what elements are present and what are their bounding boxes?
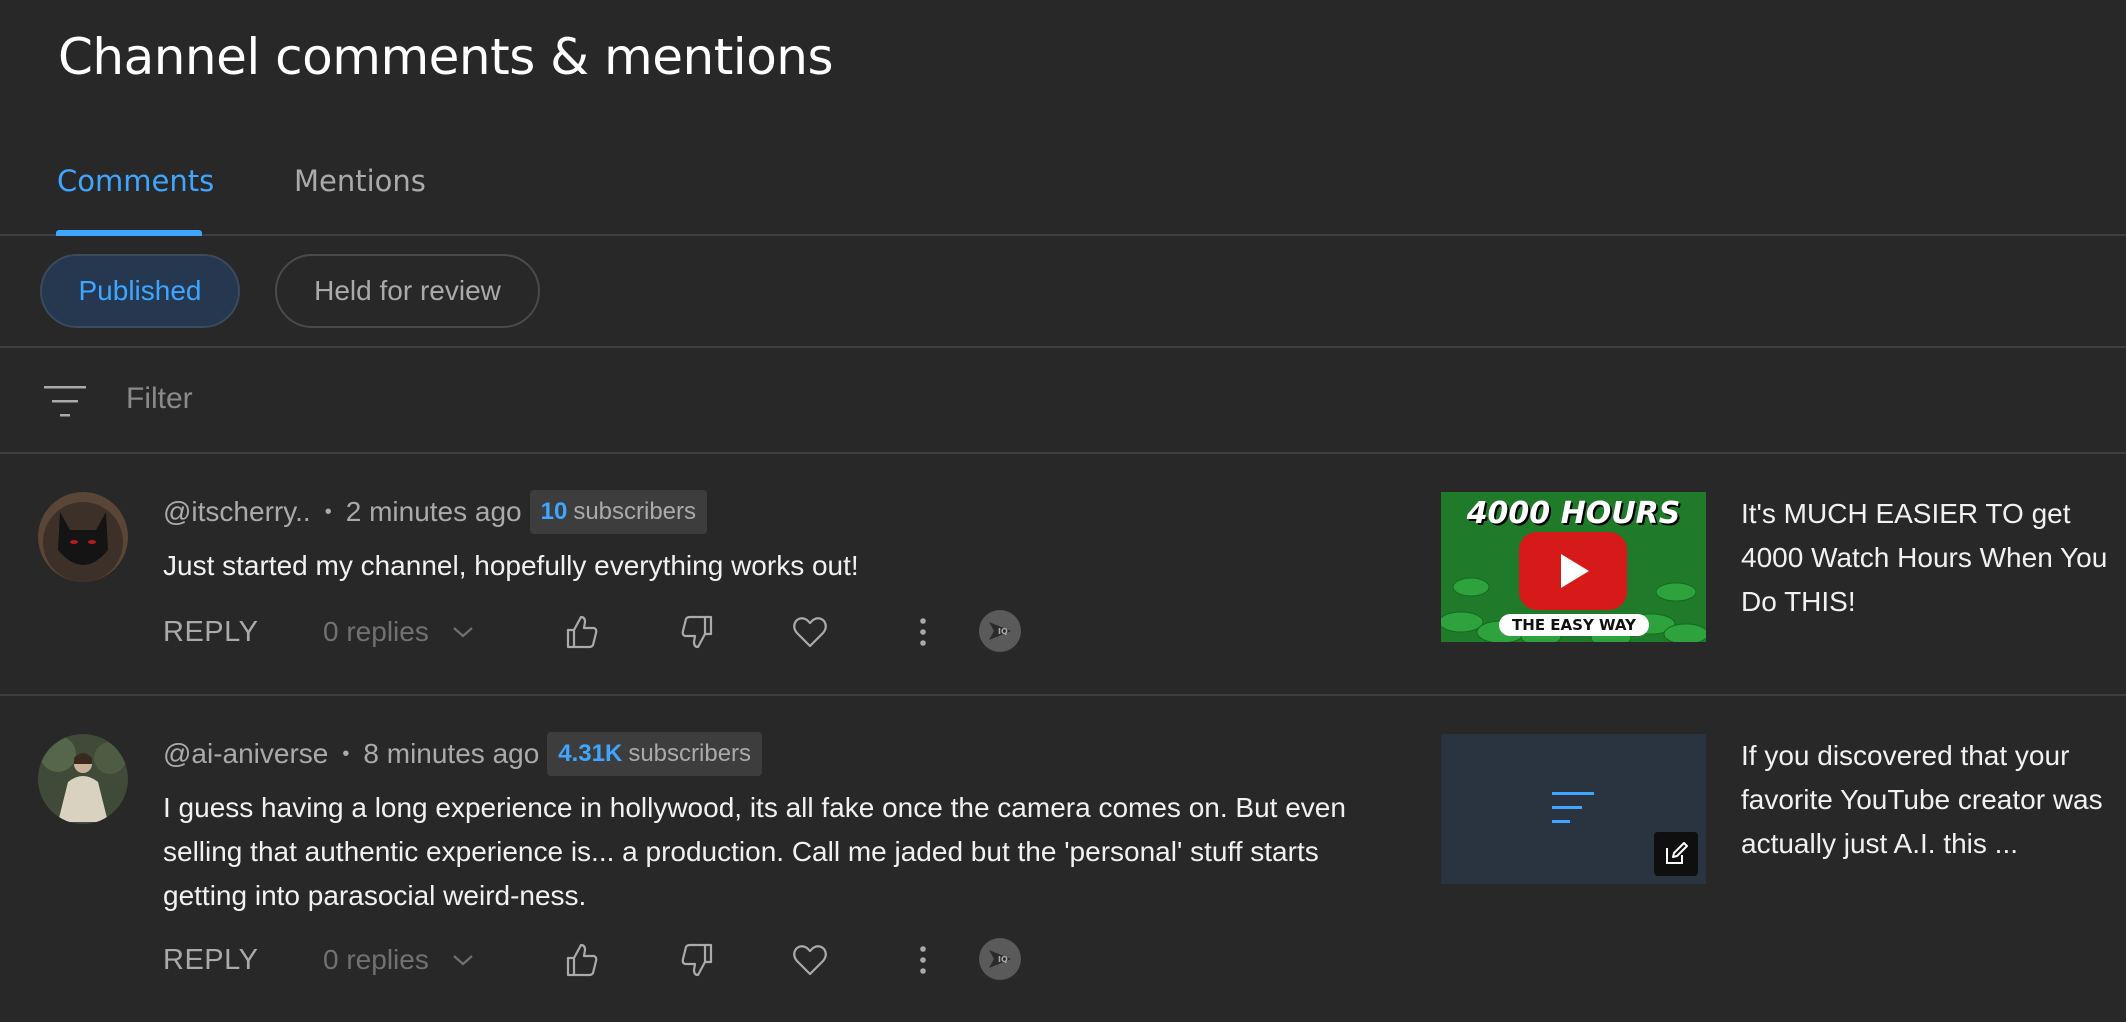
replies-toggle[interactable]: 0 replies	[323, 616, 475, 648]
comment-author-handle[interactable]: @ai-aniverse	[163, 738, 328, 770]
channel-comments-page: Channel comments & mentions Comments Men…	[0, 0, 2126, 1022]
meta-separator: •	[342, 742, 350, 765]
video-thumbnail[interactable]	[1441, 734, 1706, 884]
reply-button[interactable]: REPLY	[163, 944, 258, 977]
video-title[interactable]: If you discovered that your favorite You…	[1741, 734, 2111, 866]
replies-toggle[interactable]: 0 replies	[323, 944, 475, 976]
reply-button[interactable]: REPLY	[163, 616, 258, 649]
comment-row: @itscherry.. • 2 minutes ago 10 subscrib…	[0, 456, 2126, 696]
vidiq-icon[interactable]: IQ	[979, 610, 1021, 652]
avatar[interactable]	[38, 492, 128, 582]
vidiq-icon[interactable]: IQ	[979, 938, 1021, 980]
comment-meta: @ai-aniverse • 8 minutes ago 4.31K subsc…	[163, 732, 763, 776]
thumbs-up-icon[interactable]	[562, 940, 602, 980]
tab-mentions[interactable]: Mentions	[294, 164, 426, 198]
subscriber-label: subscribers	[628, 740, 752, 767]
subscriber-count: 10	[540, 498, 568, 525]
replies-count: 0 replies	[323, 616, 429, 647]
meta-separator: •	[324, 500, 332, 523]
replies-count: 0 replies	[323, 944, 429, 975]
tab-comments[interactable]: Comments	[57, 164, 214, 198]
heart-icon[interactable]	[790, 612, 830, 652]
filter-bar	[0, 348, 2126, 454]
comment-meta: @itscherry.. • 2 minutes ago 10 subscrib…	[163, 490, 708, 534]
video-thumbnail[interactable]: 4000 HOURS THE EASY WAY	[1441, 492, 1706, 642]
thumbnail-headline: 4000 HOURS	[1466, 496, 1681, 531]
comment-timestamp[interactable]: 2 minutes ago	[346, 496, 522, 528]
chevron-down-icon	[453, 627, 473, 638]
more-options-icon[interactable]	[903, 612, 943, 652]
edit-icon[interactable]	[1654, 832, 1698, 876]
status-chip-bar: Published Held for review	[0, 236, 2126, 348]
comment-actions: REPLY 0 replies IQ	[163, 604, 1043, 660]
filter-icon[interactable]	[44, 384, 88, 420]
chip-held-for-review[interactable]: Held for review	[275, 254, 540, 328]
thumbs-down-icon[interactable]	[677, 612, 717, 652]
filter-input[interactable]	[126, 374, 726, 424]
subscriber-count: 4.31K	[558, 740, 623, 767]
thumbs-up-icon[interactable]	[562, 612, 602, 652]
comment-actions: REPLY 0 replies IQ	[163, 932, 1043, 988]
subscriber-badge: 4.31K subscribers	[547, 732, 763, 776]
chip-published[interactable]: Published	[40, 254, 240, 328]
more-options-icon[interactable]	[903, 940, 943, 980]
thumbnail-caption: THE EASY WAY	[1499, 614, 1649, 636]
heart-icon[interactable]	[790, 940, 830, 980]
page-title: Channel comments & mentions	[58, 28, 834, 86]
subscriber-label: subscribers	[573, 498, 697, 525]
tab-bar: Comments Mentions	[0, 150, 2126, 236]
svg-text:IQ: IQ	[998, 627, 1008, 636]
comment-author-handle[interactable]: @itscherry..	[163, 496, 311, 528]
comment-timestamp[interactable]: 8 minutes ago	[363, 738, 539, 770]
thumbs-down-icon[interactable]	[677, 940, 717, 980]
svg-text:IQ: IQ	[998, 955, 1008, 964]
comment-text: Just started my channel, hopefully every…	[163, 550, 859, 581]
comment-row: @ai-aniverse • 8 minutes ago 4.31K subsc…	[0, 698, 2126, 1022]
chevron-down-icon	[453, 955, 473, 966]
avatar[interactable]	[38, 734, 128, 824]
comment-text: I guess having a long experience in holl…	[163, 792, 1346, 911]
video-title[interactable]: It's MUCH EASIER TO get 4000 Watch Hours…	[1741, 492, 2111, 624]
subscriber-badge: 10 subscribers	[529, 490, 708, 534]
